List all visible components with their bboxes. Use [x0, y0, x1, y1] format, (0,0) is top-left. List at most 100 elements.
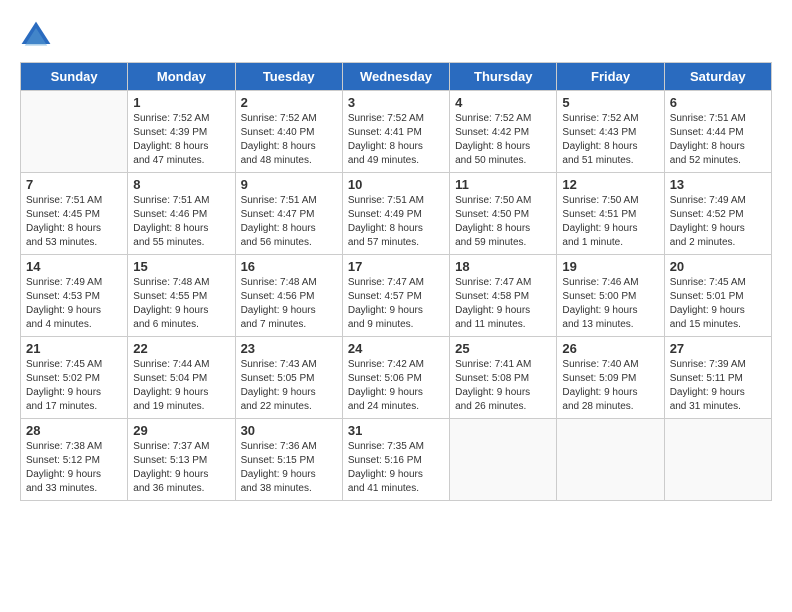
day-info: Sunrise: 7:51 AMSunset: 4:44 PMDaylight:…	[670, 112, 766, 168]
day-info: Sunrise: 7:39 AMSunset: 5:11 PMDaylight:…	[670, 358, 766, 414]
day-number: 16	[241, 259, 337, 274]
day-info: Sunrise: 7:52 AMSunset: 4:42 PMDaylight:…	[455, 112, 551, 168]
calendar-cell	[557, 419, 664, 501]
day-info: Sunrise: 7:45 AMSunset: 5:01 PMDaylight:…	[670, 276, 766, 332]
calendar-cell: 20 Sunrise: 7:45 AMSunset: 5:01 PMDayligh…	[664, 255, 771, 337]
day-number: 11	[455, 177, 551, 192]
day-info: Sunrise: 7:51 AMSunset: 4:45 PMDaylight:…	[26, 194, 122, 250]
calendar-cell: 16 Sunrise: 7:48 AMSunset: 4:56 PMDayligh…	[235, 255, 342, 337]
day-header-sunday: Sunday	[21, 63, 128, 91]
day-info: Sunrise: 7:36 AMSunset: 5:15 PMDaylight:…	[241, 440, 337, 496]
day-info: Sunrise: 7:49 AMSunset: 4:52 PMDaylight:…	[670, 194, 766, 250]
calendar-cell: 14 Sunrise: 7:49 AMSunset: 4:53 PMDayligh…	[21, 255, 128, 337]
calendar-cell: 28 Sunrise: 7:38 AMSunset: 5:12 PMDayligh…	[21, 419, 128, 501]
calendar-cell: 27 Sunrise: 7:39 AMSunset: 5:11 PMDayligh…	[664, 337, 771, 419]
calendar-cell: 15 Sunrise: 7:48 AMSunset: 4:55 PMDayligh…	[128, 255, 235, 337]
day-info: Sunrise: 7:37 AMSunset: 5:13 PMDaylight:…	[133, 440, 229, 496]
calendar-cell	[450, 419, 557, 501]
day-info: Sunrise: 7:52 AMSunset: 4:43 PMDaylight:…	[562, 112, 658, 168]
day-info: Sunrise: 7:51 AMSunset: 4:49 PMDaylight:…	[348, 194, 444, 250]
calendar-cell: 23 Sunrise: 7:43 AMSunset: 5:05 PMDayligh…	[235, 337, 342, 419]
calendar-cell: 19 Sunrise: 7:46 AMSunset: 5:00 PMDayligh…	[557, 255, 664, 337]
day-number: 15	[133, 259, 229, 274]
day-info: Sunrise: 7:48 AMSunset: 4:55 PMDaylight:…	[133, 276, 229, 332]
calendar-cell: 26 Sunrise: 7:40 AMSunset: 5:09 PMDayligh…	[557, 337, 664, 419]
calendar-cell: 30 Sunrise: 7:36 AMSunset: 5:15 PMDayligh…	[235, 419, 342, 501]
page-header	[20, 20, 772, 52]
logo-icon	[20, 20, 52, 52]
day-number: 1	[133, 95, 229, 110]
day-number: 7	[26, 177, 122, 192]
day-number: 29	[133, 423, 229, 438]
day-number: 6	[670, 95, 766, 110]
day-number: 18	[455, 259, 551, 274]
day-info: Sunrise: 7:35 AMSunset: 5:16 PMDaylight:…	[348, 440, 444, 496]
calendar-cell	[21, 91, 128, 173]
day-number: 28	[26, 423, 122, 438]
day-info: Sunrise: 7:44 AMSunset: 5:04 PMDaylight:…	[133, 358, 229, 414]
calendar-cell: 3 Sunrise: 7:52 AMSunset: 4:41 PMDaylight…	[342, 91, 449, 173]
day-info: Sunrise: 7:49 AMSunset: 4:53 PMDaylight:…	[26, 276, 122, 332]
day-number: 27	[670, 341, 766, 356]
day-number: 20	[670, 259, 766, 274]
calendar-cell: 21 Sunrise: 7:45 AMSunset: 5:02 PMDayligh…	[21, 337, 128, 419]
day-number: 8	[133, 177, 229, 192]
calendar-cell: 10 Sunrise: 7:51 AMSunset: 4:49 PMDayligh…	[342, 173, 449, 255]
day-header-wednesday: Wednesday	[342, 63, 449, 91]
day-header-thursday: Thursday	[450, 63, 557, 91]
day-number: 17	[348, 259, 444, 274]
day-number: 2	[241, 95, 337, 110]
calendar-cell: 31 Sunrise: 7:35 AMSunset: 5:16 PMDayligh…	[342, 419, 449, 501]
day-info: Sunrise: 7:52 AMSunset: 4:41 PMDaylight:…	[348, 112, 444, 168]
calendar-cell: 24 Sunrise: 7:42 AMSunset: 5:06 PMDayligh…	[342, 337, 449, 419]
day-info: Sunrise: 7:51 AMSunset: 4:47 PMDaylight:…	[241, 194, 337, 250]
day-info: Sunrise: 7:40 AMSunset: 5:09 PMDaylight:…	[562, 358, 658, 414]
day-info: Sunrise: 7:47 AMSunset: 4:58 PMDaylight:…	[455, 276, 551, 332]
day-number: 26	[562, 341, 658, 356]
calendar-cell	[664, 419, 771, 501]
day-info: Sunrise: 7:48 AMSunset: 4:56 PMDaylight:…	[241, 276, 337, 332]
calendar-cell: 4 Sunrise: 7:52 AMSunset: 4:42 PMDaylight…	[450, 91, 557, 173]
day-info: Sunrise: 7:51 AMSunset: 4:46 PMDaylight:…	[133, 194, 229, 250]
day-number: 25	[455, 341, 551, 356]
day-info: Sunrise: 7:52 AMSunset: 4:40 PMDaylight:…	[241, 112, 337, 168]
calendar-cell: 1Sunrise: 7:52 AMSunset: 4:39 PMDaylight…	[128, 91, 235, 173]
day-number: 31	[348, 423, 444, 438]
day-info: Sunrise: 7:42 AMSunset: 5:06 PMDaylight:…	[348, 358, 444, 414]
day-info: Sunrise: 7:38 AMSunset: 5:12 PMDaylight:…	[26, 440, 122, 496]
day-number: 24	[348, 341, 444, 356]
calendar-cell: 29 Sunrise: 7:37 AMSunset: 5:13 PMDayligh…	[128, 419, 235, 501]
day-header-saturday: Saturday	[664, 63, 771, 91]
calendar-cell: 11 Sunrise: 7:50 AMSunset: 4:50 PMDayligh…	[450, 173, 557, 255]
day-number: 13	[670, 177, 766, 192]
calendar-cell: 25 Sunrise: 7:41 AMSunset: 5:08 PMDayligh…	[450, 337, 557, 419]
day-info: Sunrise: 7:43 AMSunset: 5:05 PMDaylight:…	[241, 358, 337, 414]
day-number: 21	[26, 341, 122, 356]
day-number: 9	[241, 177, 337, 192]
day-header-monday: Monday	[128, 63, 235, 91]
calendar-cell: 18 Sunrise: 7:47 AMSunset: 4:58 PMDayligh…	[450, 255, 557, 337]
calendar-cell: 13 Sunrise: 7:49 AMSunset: 4:52 PMDayligh…	[664, 173, 771, 255]
calendar-cell: 22Sunrise: 7:44 AMSunset: 5:04 PMDayligh…	[128, 337, 235, 419]
day-info: Sunrise: 7:46 AMSunset: 5:00 PMDaylight:…	[562, 276, 658, 332]
day-number: 23	[241, 341, 337, 356]
day-info: Sunrise: 7:50 AMSunset: 4:50 PMDaylight:…	[455, 194, 551, 250]
day-number: 30	[241, 423, 337, 438]
day-number: 19	[562, 259, 658, 274]
day-number: 5	[562, 95, 658, 110]
day-info: Sunrise: 7:47 AMSunset: 4:57 PMDaylight:…	[348, 276, 444, 332]
day-number: 10	[348, 177, 444, 192]
day-number: 14	[26, 259, 122, 274]
calendar-cell: 17 Sunrise: 7:47 AMSunset: 4:57 PMDayligh…	[342, 255, 449, 337]
day-number: 3	[348, 95, 444, 110]
day-header-friday: Friday	[557, 63, 664, 91]
calendar-cell: 5 Sunrise: 7:52 AMSunset: 4:43 PMDaylight…	[557, 91, 664, 173]
day-info: Sunrise: 7:41 AMSunset: 5:08 PMDaylight:…	[455, 358, 551, 414]
logo	[20, 20, 56, 52]
day-info: Sunrise: 7:50 AMSunset: 4:51 PMDaylight:…	[562, 194, 658, 250]
calendar-cell: 12 Sunrise: 7:50 AMSunset: 4:51 PMDayligh…	[557, 173, 664, 255]
day-info: Sunrise: 7:45 AMSunset: 5:02 PMDaylight:…	[26, 358, 122, 414]
day-number: 12	[562, 177, 658, 192]
day-number: 4	[455, 95, 551, 110]
day-header-tuesday: Tuesday	[235, 63, 342, 91]
